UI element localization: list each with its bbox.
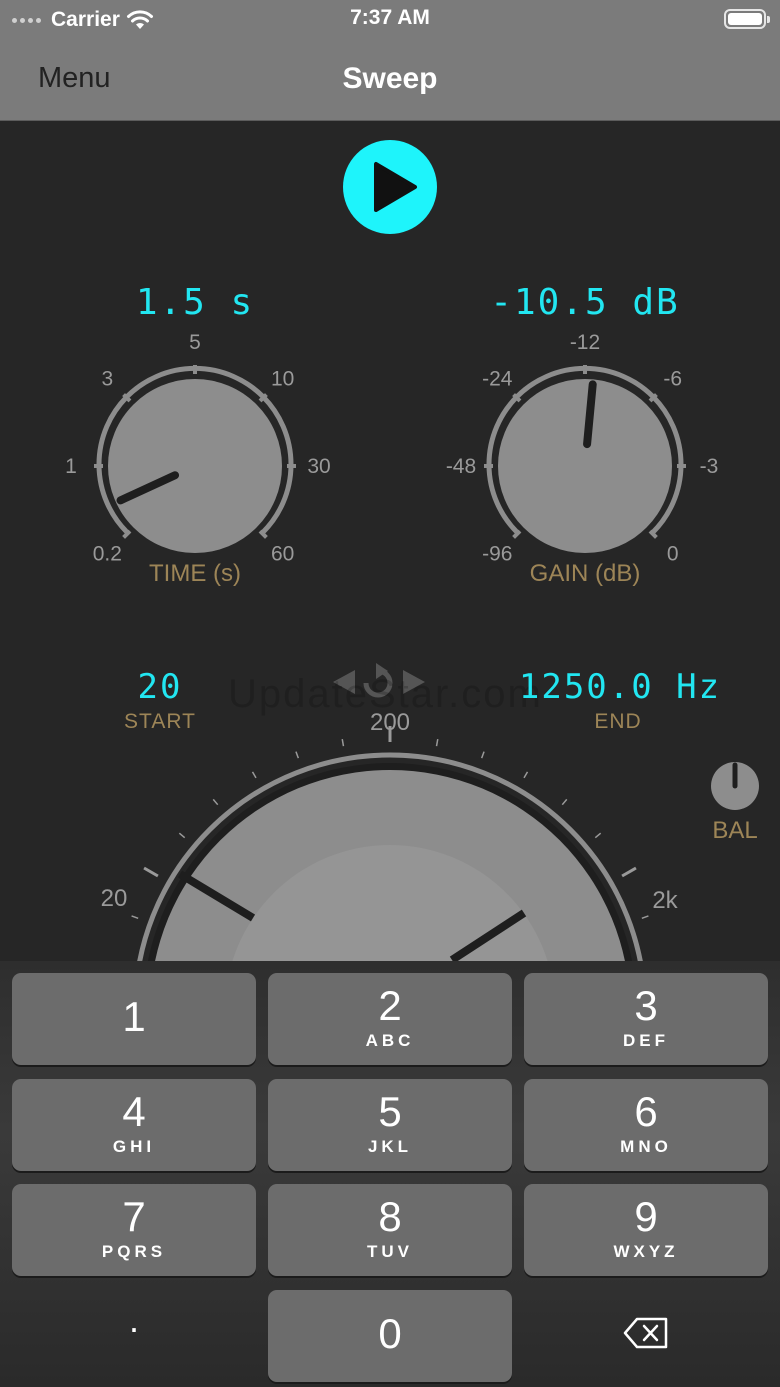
balance-label: BAL xyxy=(712,817,758,844)
key-2[interactable]: 2 ABC xyxy=(268,973,512,1065)
time-knob-tick-label: 30 xyxy=(307,455,330,478)
key-5[interactable]: 5 JKL xyxy=(268,1079,512,1171)
time-knob-tick-label: 3 xyxy=(101,367,113,390)
dial-tick xyxy=(435,739,439,747)
dial-tick-label: 20 xyxy=(101,885,128,912)
dial-tick xyxy=(143,866,159,878)
dial-tick xyxy=(561,798,568,806)
numeric-keypad: 1 2 ABC 3 DEF 4 GHI 5 JKL 6 MNO 7 PQRS 8 TUV 9W… xyxy=(0,961,780,1387)
gain-knob-tick-label: -48 xyxy=(446,455,476,478)
dial-tick xyxy=(131,915,139,920)
gain-knob-tick-label: -6 xyxy=(663,367,682,390)
key-0[interactable]: 0 xyxy=(268,1290,512,1382)
dial-tick xyxy=(594,832,602,839)
dial-tick xyxy=(480,751,485,759)
key-1[interactable]: 1 xyxy=(12,973,256,1065)
key-9[interactable]: 9 WXYZ xyxy=(524,1184,768,1276)
end-label: END xyxy=(594,710,642,733)
gain-knob-tick-label: -24 xyxy=(482,367,513,390)
gain-knob-label: GAIN (dB) xyxy=(529,560,641,587)
dial-tick xyxy=(295,751,300,759)
start-frequency-readout[interactable]: 20 xyxy=(90,667,230,707)
start-label: START xyxy=(124,710,196,733)
watermark: UpdateStar.com xyxy=(228,672,543,716)
backspace-icon xyxy=(623,1317,668,1349)
key-7[interactable]: 7 PQRS xyxy=(12,1184,256,1276)
key-3[interactable]: 3 DEF xyxy=(524,973,768,1065)
frequency-dial[interactable] xyxy=(135,752,645,961)
knobs-layer: 0.2135103060 -96-48-24-12-6-30 202002k xyxy=(65,331,759,961)
dial-tick xyxy=(212,798,219,806)
key-delete[interactable] xyxy=(524,1290,768,1382)
key-4[interactable]: 4 GHI xyxy=(12,1079,256,1171)
time-knob-tick-label: 10 xyxy=(271,367,294,390)
sweep-screen: Carrier 7:37 AM Menu Sweep 1.5 s -10.5 d… xyxy=(0,0,780,1387)
key-6[interactable]: 6 MNO xyxy=(524,1079,768,1171)
dial-tick xyxy=(341,739,345,747)
dial-tick xyxy=(621,866,637,878)
time-knob-tick-label: 5 xyxy=(189,331,201,354)
time-knob-tick-label: 1 xyxy=(65,455,77,478)
dial-tick xyxy=(178,832,186,839)
end-frequency-readout[interactable]: 1250.0 Hz xyxy=(510,667,730,707)
key-8[interactable]: 8 TUV xyxy=(268,1184,512,1276)
dial-tick xyxy=(523,771,529,779)
balance-knob[interactable] xyxy=(711,762,759,810)
key-decimal[interactable]: . xyxy=(12,1290,256,1382)
dial-tick xyxy=(641,915,649,920)
dial-tick-label: 2k xyxy=(652,887,678,914)
gain-knob-tick-label: -3 xyxy=(700,455,719,478)
gain-knob-tick-label: -12 xyxy=(570,331,600,354)
gain-knob-pointer xyxy=(583,380,597,449)
dial-tick xyxy=(251,771,257,779)
time-knob-label: TIME (s) xyxy=(149,560,241,587)
